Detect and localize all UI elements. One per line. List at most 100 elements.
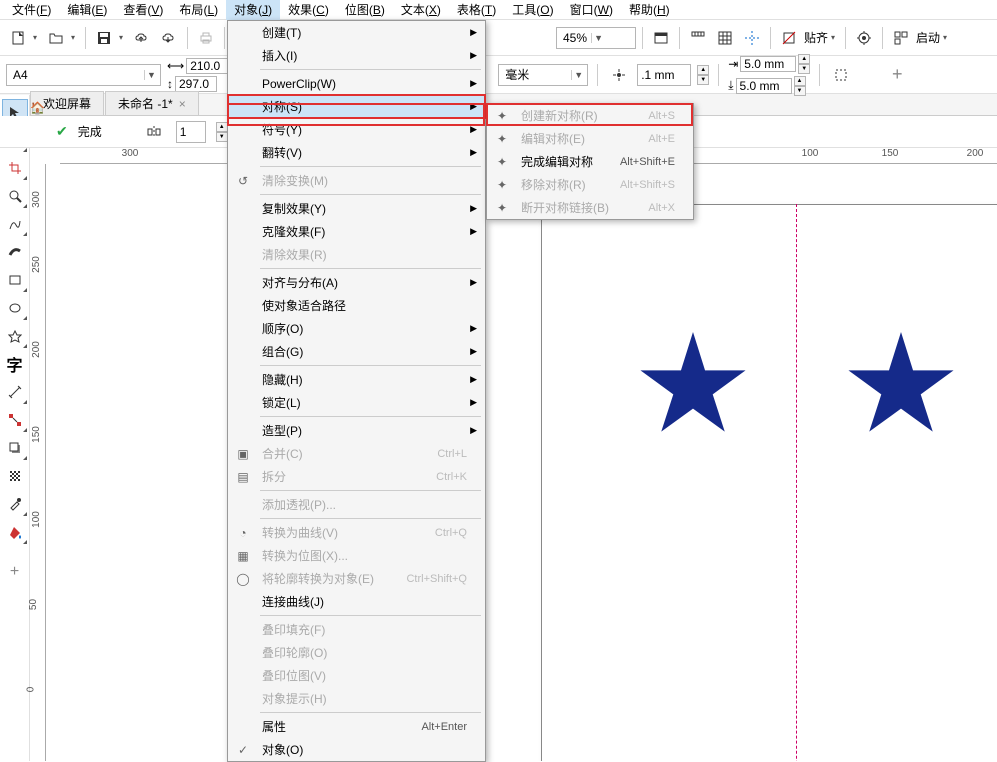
treat-as-filled-button[interactable] [829,63,853,87]
show-rulers-button[interactable] [686,26,710,50]
tab-close-icon[interactable]: × [179,97,186,111]
snap-off-button[interactable] [777,26,801,50]
nudge-input[interactable]: .1 mm [637,64,691,86]
zoom-tool[interactable] [2,183,28,209]
dup-y-input[interactable]: 5.0 mm [736,78,792,94]
cloud-up-button[interactable] [130,26,154,50]
menu-item[interactable]: 属性Alt+Enter [228,715,485,738]
polygon-tool[interactable] [2,323,28,349]
connector-tool[interactable] [2,407,28,433]
menu-item: ↺清除变换(M) [228,169,485,192]
menu-item[interactable]: 锁定(L)▶ [228,391,485,414]
page [541,204,997,761]
home-icon[interactable]: 🏠 [30,101,45,115]
copies-down[interactable]: ▼ [216,132,228,142]
standard-toolbar: ▾ ▾ ▾ 45%▼ 贴齐▾ 启动▾ [0,20,997,56]
menu-item[interactable]: 对齐与分布(A)▶ [228,271,485,294]
menu-item[interactable]: 对称(S)▶ [228,95,485,118]
text-tool[interactable]: 字 [2,351,28,377]
options-button[interactable] [852,26,876,50]
cloud-down-button[interactable] [157,26,181,50]
drop-shadow-tool[interactable] [2,435,28,461]
pagesize-combo[interactable]: A4▼ [6,64,161,86]
new-dropdown[interactable]: ▾ [33,33,41,42]
canvas[interactable] [46,164,997,761]
nudge-icon [607,63,631,87]
menu-table[interactable]: 表格(T) [449,0,504,20]
toolbox: 字 + [0,95,30,761]
menu-object[interactable]: 对象(J) [226,0,280,20]
menu-window[interactable]: 窗口(W) [562,0,621,20]
freehand-tool[interactable] [2,211,28,237]
launch-label[interactable]: 启动 [916,29,940,46]
copies-up[interactable]: ▲ [216,122,228,132]
ellipse-tool[interactable] [2,295,28,321]
menu-tools[interactable]: 工具(O) [504,0,561,20]
save-button[interactable] [92,26,116,50]
tab-document[interactable]: 未命名 -1*× [105,91,199,115]
nudge-down[interactable]: ▼ [697,75,709,85]
app-launcher-icon[interactable] [889,26,913,50]
star-left[interactable] [638,332,748,436]
menu-item[interactable]: 符号(Y)▶ [228,118,485,141]
units-combo[interactable]: 毫米▼ [498,64,588,86]
open-button[interactable] [44,26,68,50]
nudge-up[interactable]: ▲ [697,65,709,75]
vertical-ruler[interactable]: 300 250 200 150 100 50 0 [30,164,46,761]
show-grid-button[interactable] [713,26,737,50]
print-button[interactable] [194,26,218,50]
done-label[interactable]: 完成 [78,123,102,140]
fullscreen-button[interactable] [649,26,673,50]
menu-view[interactable]: 查看(V) [115,0,171,20]
height-icon: ↕ [167,77,173,91]
dup-x-input[interactable]: 5.0 mm [740,56,796,72]
artistic-media-tool[interactable] [2,239,28,265]
show-guides-button[interactable] [740,26,764,50]
copies-input[interactable]: 1 [176,121,206,143]
menu-item: 对象提示(H) [228,687,485,710]
menu-text[interactable]: 文本(X) [393,0,449,20]
open-dropdown[interactable]: ▾ [71,33,79,42]
menu-layout[interactable]: 布局(L) [171,0,226,20]
menu-file[interactable]: 文件(F) [4,0,59,20]
menu-item: ◔转换为曲线(V)Ctrl+Q [228,521,485,544]
menu-item[interactable]: 翻转(V)▶ [228,141,485,164]
eyedropper-tool[interactable] [2,491,28,517]
new-button[interactable] [6,26,30,50]
page-width-input[interactable]: 210.0 [186,58,228,74]
transparency-tool[interactable] [2,463,28,489]
save-dropdown[interactable]: ▾ [119,33,127,42]
menu-help[interactable]: 帮助(H) [621,0,678,20]
menu-item[interactable]: 使对象适合路径 [228,294,485,317]
page-height-input[interactable]: 297.0 [175,76,217,92]
menu-item[interactable]: 复制效果(Y)▶ [228,197,485,220]
menu-item: 添加透视(P)... [228,493,485,516]
fill-tool[interactable] [2,519,28,545]
menu-item[interactable]: 创建(T)▶ [228,21,485,44]
add-tool-button[interactable]: + [2,559,28,585]
submenu-item: ✦创建新对称(R)Alt+S [487,104,693,127]
dup-y-icon: ⤓ [728,78,733,93]
snap-label[interactable]: 贴齐 [804,29,828,46]
menu-item[interactable]: 连接曲线(J) [228,590,485,613]
dup-x-icon: ⇥ [728,57,738,71]
add-button[interactable]: + [885,63,909,87]
rectangle-tool[interactable] [2,267,28,293]
menu-item[interactable]: ✓对象(O) [228,738,485,761]
menu-item[interactable]: 插入(I)▶ [228,44,485,67]
menu-item[interactable]: 隐藏(H)▶ [228,368,485,391]
menu-effects[interactable]: 效果(C) [280,0,337,20]
menu-item[interactable]: 组合(G)▶ [228,340,485,363]
menu-edit[interactable]: 编辑(E) [59,0,115,20]
submenu-item: ✦编辑对称(E)Alt+E [487,127,693,150]
menu-item[interactable]: 克隆效果(F)▶ [228,220,485,243]
menu-bitmap[interactable]: 位图(B) [337,0,393,20]
parallel-dim-tool[interactable] [2,379,28,405]
star-right[interactable] [846,332,956,436]
menu-item[interactable]: PowerClip(W)▶ [228,72,485,95]
menu-item[interactable]: 造型(P)▶ [228,419,485,442]
zoom-combo[interactable]: 45%▼ [556,27,636,49]
menu-item[interactable]: 顺序(O)▶ [228,317,485,340]
crop-tool[interactable] [2,155,28,181]
submenu-item[interactable]: ✦完成编辑对称Alt+Shift+E [487,150,693,173]
